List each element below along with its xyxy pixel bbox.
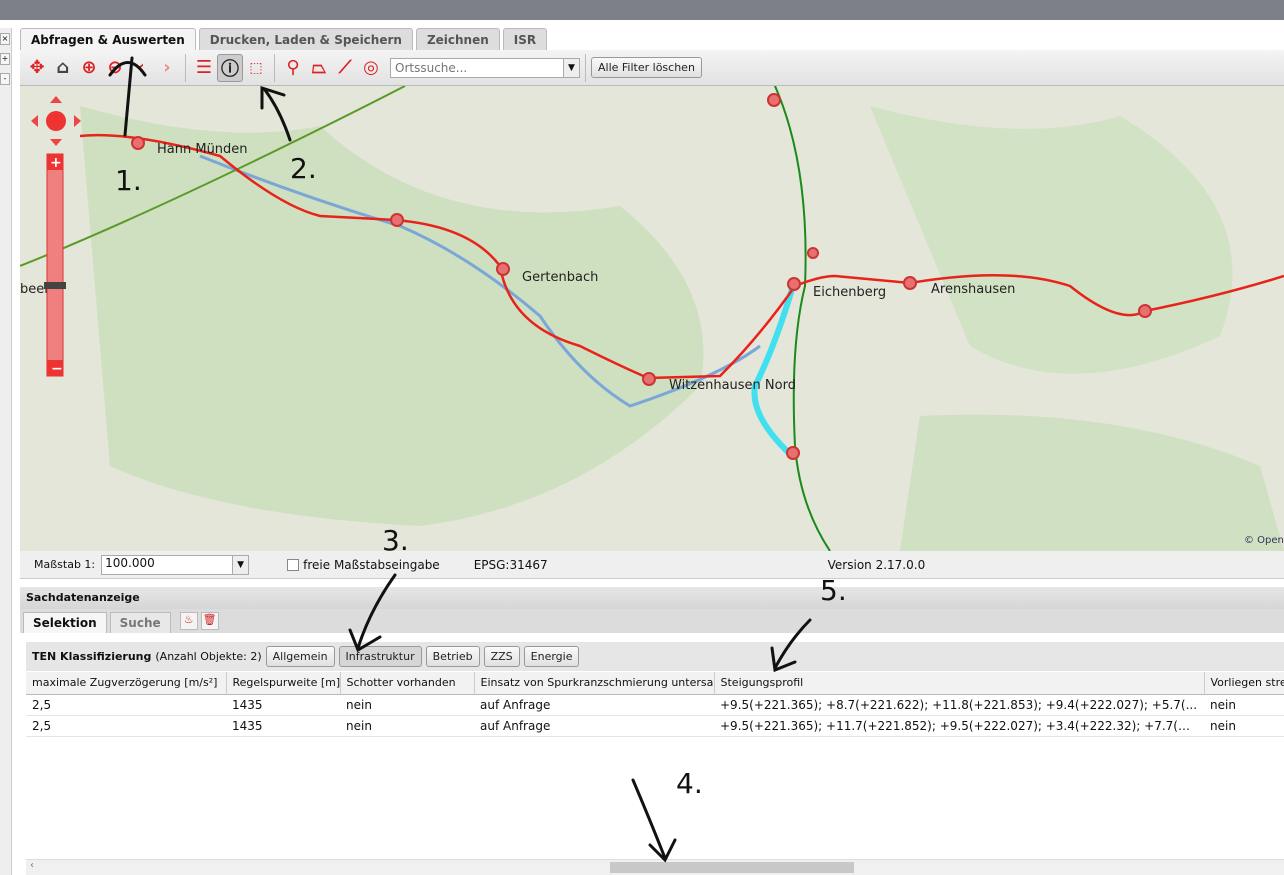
betrieb-button[interactable]: Betrieb [425,646,480,667]
location-search: ▼ [390,57,580,78]
group-title: TEN Klassifizierung [32,650,152,663]
table-cell: auf Anfrage [474,715,714,737]
table-cell: auf Anfrage [474,694,714,716]
map-canvas[interactable]: Hann Münden Gertenbach Witzenhausen Nord… [20,86,1284,551]
table-cell: nein [340,694,474,716]
column-header[interactable]: Steigungsprofil [714,672,1205,695]
column-header[interactable]: Regelspurweite [m] [226,672,341,695]
table-cell: 1435 [226,715,340,737]
window-title-bar [0,0,1284,20]
zoom-in-icon[interactable]: ⊕ [76,54,102,82]
divider [274,53,275,82]
table-row[interactable]: 2,5 1435 nein auf Anfrage +9.5(+221.365); +8… [26,694,1284,716]
trash-icon[interactable]: 🗑 [200,612,219,630]
place-label: Hann Münden [157,142,248,157]
home-icon[interactable]: ⌂ [50,54,76,82]
column-header[interactable]: Einsatz von Spurkranzschmierung untersag… [474,672,715,695]
scrollbar-thumb[interactable] [610,862,854,873]
column-header[interactable]: Vorliegen stre [1204,672,1284,695]
table-cell: 2,5 [26,715,226,737]
divider [585,53,586,82]
table-cell: nein [1204,694,1284,716]
table-cell: +9.5(+221.365); +11.7(+221.852); +9.5(+2… [714,715,1204,737]
tab-selektion[interactable]: Selektion [23,612,107,633]
tab-abfragen[interactable]: Abfragen & Auswerten [20,28,196,50]
free-scale-checkbox[interactable] [287,558,300,571]
map[interactable]: Hann Münden Gertenbach Witzenhausen Nord… [20,86,1284,551]
tab-drucken[interactable]: Drucken, Laden & Speichern [198,28,413,50]
table-cell: 1435 [226,694,340,716]
clear-filters-button[interactable]: Alle Filter löschen [591,57,702,78]
measure-area-icon[interactable]: ⏢ [306,54,332,82]
tab-zeichnen[interactable]: Zeichnen [415,28,500,50]
fire-extinguisher-icon[interactable]: ♨ [179,612,198,630]
energie-button[interactable]: Energie [523,646,580,667]
back-icon[interactable]: ‹ [128,54,154,82]
zoom-slider-handle [44,282,66,289]
divider [185,53,186,82]
object-count: (Anzahl Objekte: 2) [155,650,262,663]
map-attribution[interactable]: © OpenS [1244,535,1284,546]
select-rectangle-icon[interactable]: ⬚ [243,54,269,82]
scale-value: 100.000 [105,555,155,570]
table-cell: nein [1204,715,1284,737]
panel-title: Sachdatenanzeige [20,587,1284,609]
annotation-label: 4. [676,767,703,800]
scale-label: Maßstab 1: [34,558,96,571]
column-header[interactable]: maximale Zugverzögerung [m/s²] [26,672,227,695]
scale-select[interactable]: 100.000 ▼ [101,554,250,575]
zzs-button[interactable]: ZZS [483,646,520,667]
info-icon[interactable]: ⓘ [217,53,243,82]
left-collapsed-panel[interactable]: × + - [0,28,12,875]
close-icon[interactable]: × [0,33,10,45]
svg-text:−: − [51,361,63,377]
zoom-out-icon[interactable]: ⊖ [102,54,128,82]
plus-icon[interactable]: + [0,53,10,65]
table-cell: nein [340,715,474,737]
place-label: Arenshausen [931,282,1015,297]
main-tabs: Abfragen & Auswerten Drucken, Laden & Sp… [20,28,548,50]
measure-radius-icon[interactable]: ◎ [358,54,384,82]
column-header[interactable]: Schotter vorhanden [340,672,475,695]
tab-isr[interactable]: ISR [502,28,548,50]
infrastruktur-button[interactable]: Infrastruktur [338,646,422,667]
scale-bar: Maßstab 1: 100.000 ▼ freie Maßstabseingab… [20,551,1284,579]
location-search-icon[interactable]: ⚲ [280,54,306,82]
horizontal-scrollbar[interactable]: ‹ [26,859,1284,875]
table-row[interactable]: 2,5 1435 nein auf Anfrage +9.5(+221.365); +1… [26,715,1284,737]
place-label: Eichenberg [813,285,886,300]
location-search-input[interactable] [391,58,563,77]
tooltip-icon[interactable]: ☰ [191,54,217,82]
version-label: Version 2.17.0.0 [827,557,926,572]
data-table: maximale Zugverzögerung [m/s²] Regelspur… [26,672,1284,737]
svg-text:+: + [50,155,62,171]
group-header: TEN Klassifizierung (Anzahl Objekte: 2) … [26,642,1284,671]
measure-line-icon[interactable]: ⟋ [332,54,358,82]
allgemein-button[interactable]: Allgemein [265,646,335,667]
place-label: Gertenbach [522,270,598,285]
minus-icon[interactable]: - [0,73,10,85]
zoom-slider[interactable]: +− [44,153,66,377]
panel-tabs: Selektion Suche ♨ 🗑 [20,609,1284,633]
forward-icon[interactable]: › [154,54,180,82]
pan-icon[interactable]: ✥ [24,54,50,82]
toolbar: ✥ ⌂ ⊕ ⊖ ‹ › ☰ ⓘ ⬚ ⚲ ⏢ ⟋ ◎ ▼ Alle Filter … [20,50,1284,86]
epsg-label: EPSG:31467 [473,557,548,572]
chevron-down-icon[interactable]: ▼ [232,555,249,574]
table-cell: +9.5(+221.365); +8.7(+221.622); +11.8(+2… [714,694,1204,716]
place-label: Witzenhausen Nord [669,378,796,393]
tab-suche[interactable]: Suche [109,612,171,633]
free-scale-label: freie Maßstabseingabe [303,557,440,572]
table-cell: 2,5 [26,694,226,716]
scroll-left-icon[interactable]: ‹ [30,860,34,871]
chevron-down-icon[interactable]: ▼ [563,58,579,77]
